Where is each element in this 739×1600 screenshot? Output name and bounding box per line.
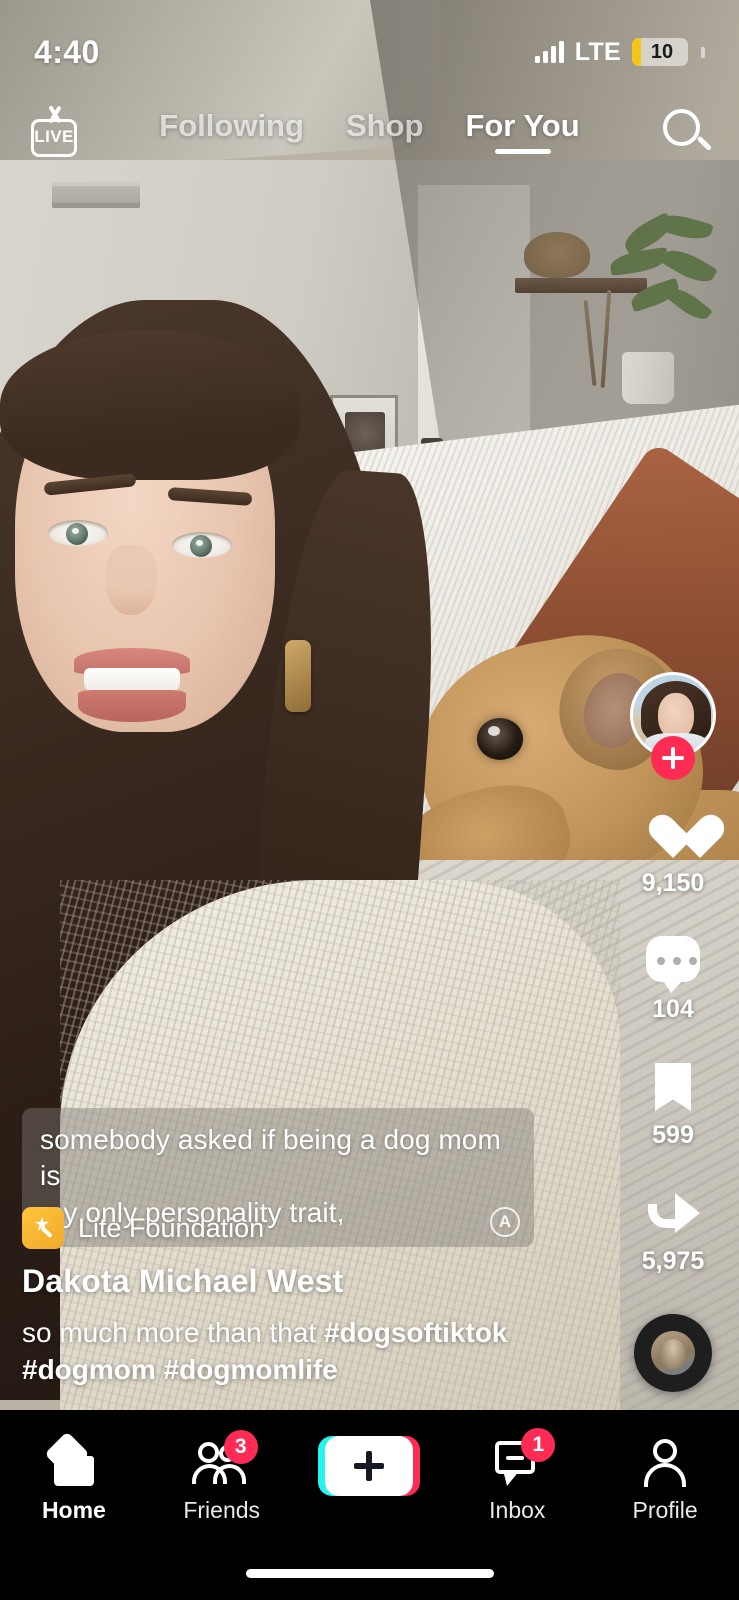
heart-icon xyxy=(642,806,704,864)
caption-line-1: somebody asked if being a dog mom is xyxy=(40,1124,501,1192)
creator-lip-bottom xyxy=(78,690,186,722)
tab-friends[interactable]: 3 Friends xyxy=(148,1430,296,1524)
tab-for-you[interactable]: For You xyxy=(465,108,579,154)
tab-create[interactable] xyxy=(296,1436,444,1496)
home-indicator[interactable] xyxy=(245,1569,494,1578)
tab-profile[interactable]: Profile xyxy=(591,1436,739,1524)
like-button[interactable]: 9,150 xyxy=(642,806,705,898)
comment-bubble-icon xyxy=(642,932,704,993)
creator-nose xyxy=(105,545,157,615)
video-meta: Lite Foundation Dakota Michael West so m… xyxy=(22,1207,622,1388)
battery-cap xyxy=(701,46,705,58)
caption-text: so much more than that xyxy=(22,1317,324,1348)
top-navigation: LIVE Following Shop For You xyxy=(0,96,739,166)
feed-tabs: Following Shop For You xyxy=(82,108,657,154)
status-bar: 4:40 LTE 10 xyxy=(0,0,739,78)
cellular-signal-icon xyxy=(534,41,564,63)
tab-home-label: Home xyxy=(41,1497,106,1523)
share-arrow-icon xyxy=(642,1184,704,1242)
inbox-icon: 1 xyxy=(489,1428,556,1488)
search-icon[interactable] xyxy=(657,103,713,159)
status-time: 4:40 xyxy=(34,33,100,70)
battery-low-power-icon: 10 xyxy=(632,38,688,66)
tab-inbox[interactable]: 1 Inbox xyxy=(443,1428,591,1524)
bookmark-count: 599 xyxy=(652,1121,694,1149)
friends-icon: 3 xyxy=(191,1430,258,1488)
tab-home[interactable]: Home xyxy=(0,1436,148,1524)
effect-label: Lite Foundation xyxy=(78,1212,265,1243)
creator-username[interactable]: Dakota Michael West xyxy=(22,1263,622,1300)
profile-icon xyxy=(637,1436,693,1488)
home-icon xyxy=(46,1436,102,1488)
tab-following[interactable]: Following xyxy=(159,108,304,154)
tab-shop[interactable]: Shop xyxy=(346,108,424,154)
effect-chip[interactable]: Lite Foundation xyxy=(22,1207,264,1249)
creator-hair-front xyxy=(0,330,300,480)
battery-level-label: 10 xyxy=(650,40,674,63)
live-tv-icon[interactable]: LIVE xyxy=(26,103,82,159)
share-count: 5,975 xyxy=(641,1247,705,1275)
avatar[interactable] xyxy=(630,672,716,780)
tab-profile-label: Profile xyxy=(632,1497,698,1523)
comment-button[interactable]: 104 xyxy=(642,932,704,1024)
magic-wand-icon xyxy=(22,1207,64,1249)
video-caption: so much more than that #dogsoftiktok #do… xyxy=(22,1314,562,1388)
tab-inbox-label: Inbox xyxy=(489,1497,546,1523)
dog-eye xyxy=(477,718,523,760)
action-rail: 9,150 104 599 5,975 xyxy=(625,672,721,1392)
status-indicators: LTE 10 xyxy=(534,37,705,67)
creator-earring xyxy=(285,640,311,712)
caption-hashtag-1[interactable]: #dogsoftiktok xyxy=(324,1317,508,1348)
bookmark-icon xyxy=(642,1058,704,1116)
share-button[interactable]: 5,975 xyxy=(641,1184,705,1276)
live-label: LIVE xyxy=(34,127,74,146)
music-disc-icon[interactable] xyxy=(634,1314,712,1392)
comment-count: 104 xyxy=(652,995,694,1023)
inbox-badge: 1 xyxy=(521,1428,556,1462)
network-type-label: LTE xyxy=(574,37,621,66)
follow-button[interactable] xyxy=(651,736,695,780)
scene-vent xyxy=(52,182,140,208)
like-count: 9,150 xyxy=(641,869,705,897)
bookmark-button[interactable]: 599 xyxy=(642,1058,704,1150)
create-plus-icon[interactable] xyxy=(318,1436,421,1496)
friends-badge: 3 xyxy=(223,1430,258,1464)
tab-friends-label: Friends xyxy=(183,1497,261,1523)
caption-hashtag-2[interactable]: #dogmom #dogmomlife xyxy=(22,1354,338,1385)
tiktok-app-screen: 4:40 LTE 10 LIVE Following Shop For You xyxy=(0,0,739,1600)
